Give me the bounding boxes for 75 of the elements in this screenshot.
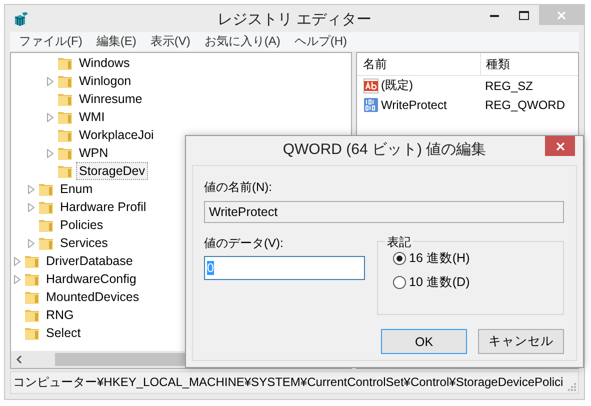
folder-icon — [38, 235, 54, 251]
tree-item[interactable]: DriverDatabase — [43, 252, 136, 270]
expand-arrow-icon[interactable] — [47, 112, 54, 122]
folder-icon — [57, 55, 73, 71]
folder-icon — [24, 325, 40, 341]
folder-icon — [57, 127, 73, 143]
folder-icon — [57, 91, 73, 107]
tree-item[interactable]: WMI — [76, 108, 108, 126]
tree-item[interactable]: HardwareConfig — [43, 270, 140, 288]
field-label: 値のデータ(V): — [204, 235, 284, 252]
folder-icon — [24, 253, 40, 269]
text-value-icon — [363, 78, 379, 94]
close-button[interactable] — [545, 136, 575, 156]
value-name[interactable]: (既定) — [381, 77, 413, 94]
expand-arrow-icon[interactable] — [28, 184, 35, 194]
group-label: 表記 — [385, 234, 413, 251]
binary-value-icon — [363, 96, 379, 112]
folder-icon — [24, 307, 40, 323]
tree-item[interactable]: Select — [43, 324, 84, 342]
close-icon — [556, 142, 564, 150]
value-name-field[interactable]: WriteProtect — [204, 201, 564, 223]
menu-item[interactable]: 編集(E) — [89, 33, 144, 50]
dialog-button[interactable]: OK — [381, 329, 467, 354]
minimize-icon — [490, 14, 498, 16]
tree-item[interactable]: Enum — [57, 180, 96, 198]
value-type: REG_SZ — [484, 78, 534, 92]
field-label: 値の名前(N): — [204, 179, 273, 196]
expand-arrow-icon[interactable] — [47, 148, 54, 158]
registry-cubes-icon — [13, 10, 29, 26]
tree-item[interactable]: Services — [57, 234, 111, 252]
tree-item[interactable]: Policies — [57, 216, 106, 234]
expand-arrow-icon[interactable] — [47, 76, 54, 86]
folder-icon — [38, 199, 54, 215]
expand-arrow-icon[interactable] — [14, 274, 21, 284]
tree-item[interactable]: MountedDevices — [43, 288, 142, 306]
tree-item[interactable]: Hardware Profil — [57, 198, 150, 216]
folder-icon — [24, 289, 40, 305]
folder-icon — [38, 217, 54, 233]
dialog-button[interactable]: キャンセル — [478, 329, 564, 354]
tree-item[interactable]: WPN — [76, 144, 112, 162]
menu-item[interactable]: お気に入り(A) — [197, 33, 288, 50]
radio-icon[interactable] — [393, 276, 406, 288]
column-header[interactable]: 名前 — [357, 53, 481, 75]
folder-icon — [38, 181, 54, 197]
expand-arrow-icon[interactable] — [28, 202, 35, 212]
folder-icon — [57, 109, 73, 125]
value-type: REG_QWORD — [484, 98, 566, 112]
folder-icon — [57, 73, 73, 89]
resize-grip-icon[interactable] — [567, 382, 576, 391]
expand-arrow-icon[interactable] — [14, 256, 21, 266]
scroll-left-icon[interactable] — [16, 355, 22, 364]
scrollbar-thumb[interactable] — [55, 353, 185, 366]
tree-item[interactable]: WorkplaceJoi — [76, 126, 157, 144]
maximize-icon — [519, 10, 529, 20]
menu-item[interactable]: ファイル(F) — [12, 33, 90, 50]
tree-item[interactable]: StorageDev — [76, 162, 148, 180]
dialog-title: QWORD (64 ビット) 値の編集 — [282, 140, 486, 159]
expand-arrow-icon[interactable] — [28, 238, 35, 248]
folder-icon — [24, 271, 40, 287]
tree-item[interactable]: RNG — [43, 306, 77, 324]
folder-icon — [57, 145, 73, 161]
tree-item[interactable]: Winlogon — [76, 72, 134, 90]
menu-item[interactable]: ヘルプ(H) — [287, 33, 354, 50]
close-icon — [557, 10, 566, 20]
value-name[interactable]: WriteProtect — [381, 98, 447, 112]
tree-item[interactable]: Windows — [76, 54, 133, 72]
folder-icon — [57, 163, 73, 179]
radio-option[interactable]: 16 進数(H) — [393, 250, 563, 266]
menu-item[interactable]: 表示(V) — [143, 33, 198, 50]
status-path: コンピューター¥HKEY_LOCAL_MACHINE¥SYSTEM¥CurrentControlSet¥Control¥StorageDevicePolici — [13, 374, 564, 391]
radio-icon[interactable] — [393, 252, 406, 264]
window-title: レジストリ エディター — [217, 11, 372, 28]
radio-option[interactable]: 10 進数(D) — [393, 274, 563, 290]
tree-item[interactable]: Winresume — [76, 90, 146, 108]
column-header[interactable]: 種類 — [481, 56, 510, 72]
